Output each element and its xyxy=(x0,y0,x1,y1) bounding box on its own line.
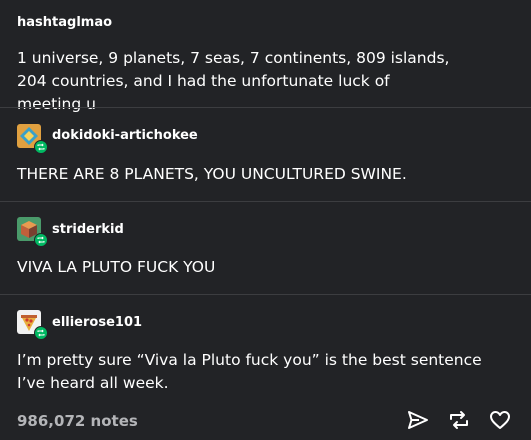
post-text: I’m pretty sure “Viva la Pluto fuck you”… xyxy=(17,351,482,392)
avatar[interactable] xyxy=(17,217,48,247)
post-text: 1 universe, 9 planets, 7 seas, 7 contine… xyxy=(17,49,450,113)
avatar[interactable] xyxy=(17,124,48,154)
reblog-icon xyxy=(450,411,468,429)
share-button[interactable] xyxy=(405,407,431,433)
like-button[interactable] xyxy=(487,407,513,433)
username[interactable]: ellierose101 xyxy=(52,315,142,331)
like-icon xyxy=(490,411,510,429)
reblog-badge-icon xyxy=(34,140,48,154)
reblog-entry: dokidoki-artichokee THERE ARE 8 PLANETS,… xyxy=(0,108,531,201)
username[interactable]: hashtaglmao xyxy=(17,15,112,31)
reblog-button[interactable] xyxy=(446,407,472,433)
post-text: THERE ARE 8 PLANETS, YOU UNCULTURED SWIN… xyxy=(17,165,407,183)
post-text: VIVA LA PLUTO FUCK YOU xyxy=(17,258,216,276)
username[interactable]: striderkid xyxy=(52,222,124,238)
reblog-badge-icon xyxy=(34,326,48,340)
reblog-entry: ellierose101 I’m pretty sure “Viva la Pl… xyxy=(0,295,531,400)
avatar[interactable] xyxy=(17,310,48,340)
username[interactable]: dokidoki-artichokee xyxy=(52,128,198,144)
reblog-entry: hashtaglmao 1 universe, 9 planets, 7 sea… xyxy=(0,0,531,113)
share-icon xyxy=(408,411,428,429)
notes-count[interactable]: 986,072 notes xyxy=(17,412,138,430)
reblog-entry: striderkid VIVA LA PLUTO FUCK YOU xyxy=(0,202,531,294)
reblog-badge-icon xyxy=(34,233,48,247)
